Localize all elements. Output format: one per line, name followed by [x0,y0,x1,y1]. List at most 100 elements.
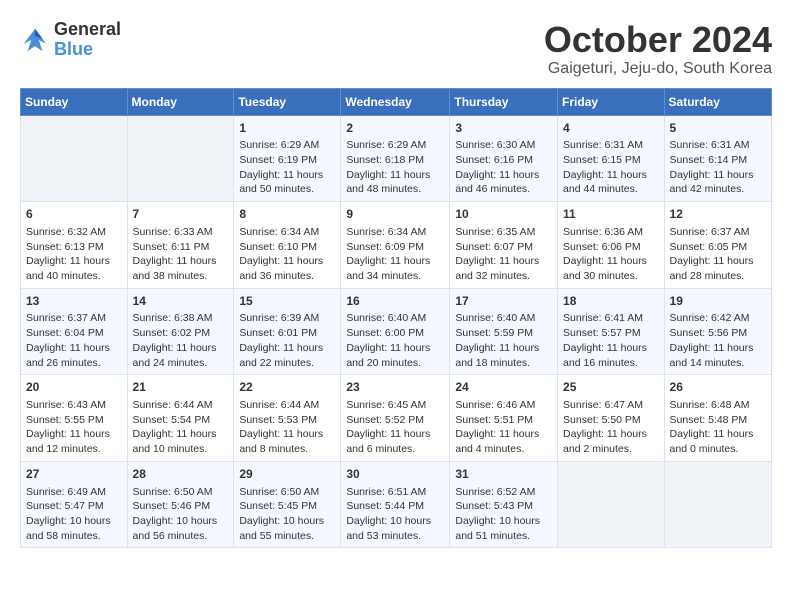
week-row-3: 20Sunrise: 6:43 AMSunset: 5:55 PMDayligh… [21,375,772,462]
day-cell: 10Sunrise: 6:35 AMSunset: 6:07 PMDayligh… [450,202,558,289]
day-info: and 10 minutes. [133,442,229,457]
day-info: Daylight: 11 hours [239,254,335,269]
day-cell: 20 Sunrise: 6:43 AMSunset: 5:55 PMDayligh… [21,375,128,462]
day-number: 7 [133,206,229,223]
day-info: Daylight: 11 hours [346,168,444,183]
week-row-4: 27Sunrise: 6:49 AMSunset: 5:47 PMDayligh… [21,461,772,548]
day-number: 8 [239,206,335,223]
day-number: 25 [563,379,659,396]
day-info: and 12 minutes. [26,442,122,457]
day-info: Daylight: 11 hours [670,168,766,183]
day-info: Sunset: 6:15 PM [563,153,659,168]
logo-icon [20,25,50,55]
day-cell: 11Sunrise: 6:36 AMSunset: 6:06 PMDayligh… [558,202,665,289]
day-info: Sunset: 5:45 PM [239,499,335,514]
day-number: 29 [239,466,335,483]
day-info: Sunset: 6:11 PM [133,240,229,255]
weekday-header-thursday: Thursday [450,88,558,115]
day-info: Daylight: 11 hours [670,427,766,442]
weekday-header-wednesday: Wednesday [341,88,450,115]
day-info: Sunrise: 6:40 AM [455,311,552,326]
day-info: Sunrise: 6:40 AM [346,311,444,326]
day-info: Sunset: 6:14 PM [670,153,766,168]
day-cell: 7Sunrise: 6:33 AMSunset: 6:11 PMDaylight… [127,202,234,289]
page-header: General Blue October 2024 Gaigeturi, Jej… [20,20,772,78]
day-info: Sunrise: 6:45 AM [346,398,444,413]
weekday-header-tuesday: Tuesday [234,88,341,115]
day-info: Sunset: 5:55 PM [26,413,122,428]
day-info: Daylight: 11 hours [563,168,659,183]
day-info: Sunrise: 6:52 AM [455,485,552,500]
day-info: and 51 minutes. [455,529,552,544]
weekday-header-sunday: Sunday [21,88,128,115]
location: Gaigeturi, Jeju-do, South Korea [544,60,772,78]
day-cell: 30Sunrise: 6:51 AMSunset: 5:44 PMDayligh… [341,461,450,548]
day-number: 16 [346,293,444,310]
day-cell: 8Sunrise: 6:34 AMSunset: 6:10 PMDaylight… [234,202,341,289]
day-info: Sunrise: 6:34 AM [239,225,335,240]
day-info: Sunrise: 6:42 AM [670,311,766,326]
day-info: and 4 minutes. [455,442,552,457]
day-info: Sunrise: 6:44 AM [133,398,229,413]
day-info: Daylight: 11 hours [26,341,122,356]
day-info: Daylight: 10 hours [346,514,444,529]
day-cell: 4Sunrise: 6:31 AMSunset: 6:15 PMDaylight… [558,115,665,202]
day-info: and 0 minutes. [670,442,766,457]
day-info: and 34 minutes. [346,269,444,284]
day-cell: 27Sunrise: 6:49 AMSunset: 5:47 PMDayligh… [21,461,128,548]
day-info: Sunset: 6:04 PM [26,326,122,341]
day-info: and 26 minutes. [26,356,122,371]
day-info: Sunrise: 6:50 AM [239,485,335,500]
day-info: Daylight: 11 hours [563,427,659,442]
day-number: 14 [133,293,229,310]
day-number: 11 [563,206,659,223]
day-number: 1 [239,120,335,137]
day-info: Sunset: 5:44 PM [346,499,444,514]
day-info: Sunset: 6:01 PM [239,326,335,341]
day-info: Sunset: 5:46 PM [133,499,229,514]
day-cell: 29Sunrise: 6:50 AMSunset: 5:45 PMDayligh… [234,461,341,548]
day-cell [127,115,234,202]
day-cell [664,461,771,548]
day-cell: 6Sunrise: 6:32 AMSunset: 6:13 PMDaylight… [21,202,128,289]
week-row-1: 6Sunrise: 6:32 AMSunset: 6:13 PMDaylight… [21,202,772,289]
day-info: and 42 minutes. [670,182,766,197]
day-info: Daylight: 11 hours [26,254,122,269]
day-info: Sunset: 6:07 PM [455,240,552,255]
day-number: 26 [670,379,766,396]
day-info: Sunset: 5:54 PM [133,413,229,428]
day-info: Daylight: 11 hours [563,254,659,269]
day-info: and 44 minutes. [563,182,659,197]
day-info: Daylight: 11 hours [239,341,335,356]
day-info: Daylight: 11 hours [26,427,122,442]
day-number: 22 [239,379,335,396]
day-cell: 1Sunrise: 6:29 AMSunset: 6:19 PMDaylight… [234,115,341,202]
day-number: 21 [133,379,229,396]
day-info: Sunrise: 6:35 AM [455,225,552,240]
day-info: and 16 minutes. [563,356,659,371]
day-number: 20 [26,379,122,396]
day-number: 24 [455,379,552,396]
day-number: 4 [563,120,659,137]
day-cell: 2Sunrise: 6:29 AMSunset: 6:18 PMDaylight… [341,115,450,202]
day-info: Sunrise: 6:37 AM [26,311,122,326]
day-cell: 18Sunrise: 6:41 AMSunset: 5:57 PMDayligh… [558,288,665,375]
day-info: Sunrise: 6:33 AM [133,225,229,240]
day-cell: 19Sunrise: 6:42 AMSunset: 5:56 PMDayligh… [664,288,771,375]
day-info: and 36 minutes. [239,269,335,284]
day-number: 2 [346,120,444,137]
day-info: Daylight: 11 hours [346,427,444,442]
day-info: Sunset: 5:51 PM [455,413,552,428]
day-info: and 8 minutes. [239,442,335,457]
day-cell: 21Sunrise: 6:44 AMSunset: 5:54 PMDayligh… [127,375,234,462]
logo: General Blue [20,20,121,60]
day-cell: 12Sunrise: 6:37 AMSunset: 6:05 PMDayligh… [664,202,771,289]
day-info: Daylight: 10 hours [26,514,122,529]
day-info: Sunset: 6:00 PM [346,326,444,341]
day-info: Sunrise: 6:36 AM [563,225,659,240]
day-info: Sunrise: 6:48 AM [670,398,766,413]
day-info: Sunset: 6:02 PM [133,326,229,341]
day-info: Sunrise: 6:43 AM [26,398,122,413]
day-info: Daylight: 11 hours [239,427,335,442]
day-info: and 46 minutes. [455,182,552,197]
